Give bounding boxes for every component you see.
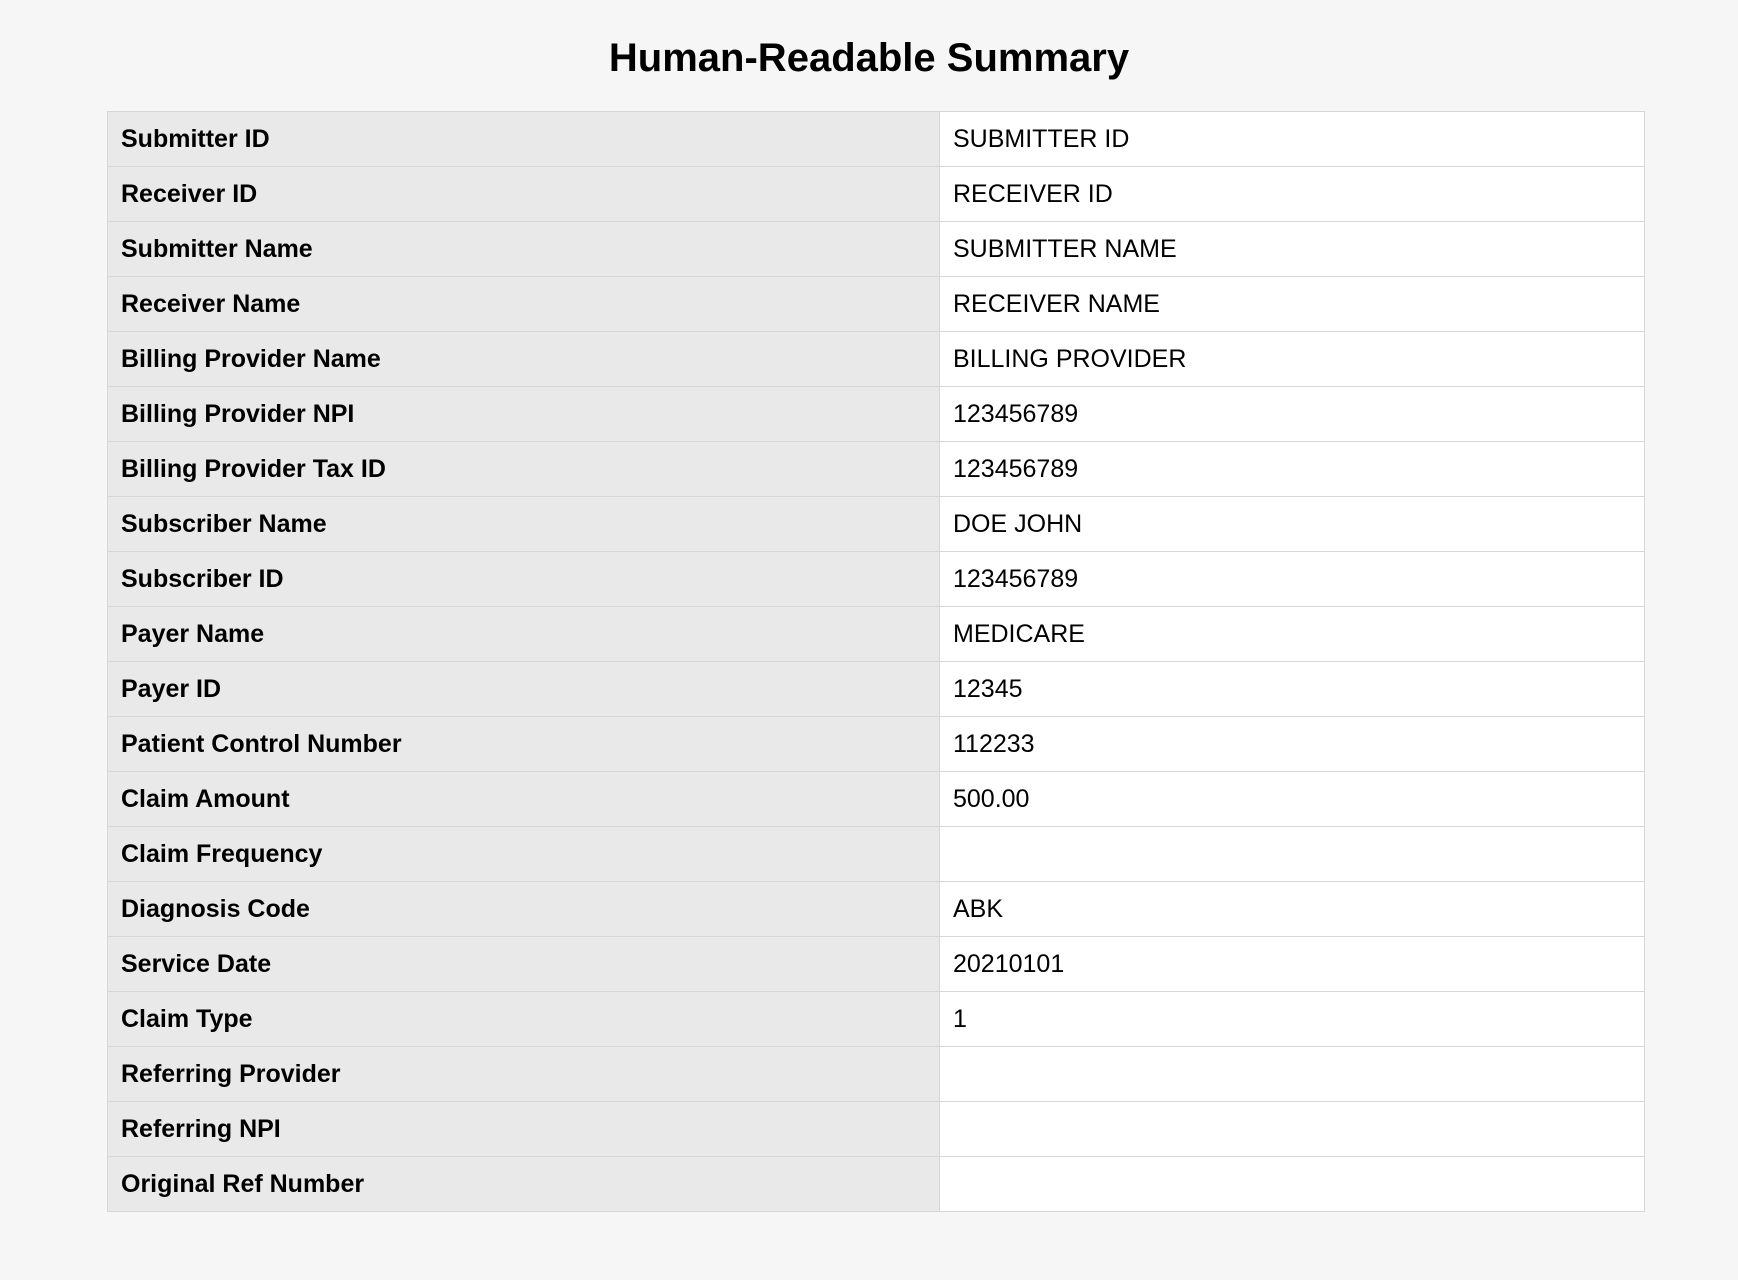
field-label: Referring Provider — [107, 1046, 940, 1102]
summary-table: Submitter ID SUBMITTER ID Receiver ID RE… — [107, 111, 1645, 1212]
table-row: Submitter Name SUBMITTER NAME — [107, 221, 1645, 277]
table-row: Receiver Name RECEIVER NAME — [107, 276, 1645, 332]
field-value: RECEIVER ID — [939, 166, 1645, 222]
field-value: SUBMITTER NAME — [939, 221, 1645, 277]
table-row: Payer ID 12345 — [107, 661, 1645, 717]
field-value — [939, 826, 1645, 882]
field-label: Patient Control Number — [107, 716, 940, 772]
table-row: Submitter ID SUBMITTER ID — [107, 111, 1645, 167]
field-label: Claim Frequency — [107, 826, 940, 882]
field-value: MEDICARE — [939, 606, 1645, 662]
table-row: Diagnosis Code ABK — [107, 881, 1645, 937]
field-label: Receiver ID — [107, 166, 940, 222]
table-row: Claim Type 1 — [107, 991, 1645, 1047]
field-label: Payer ID — [107, 661, 940, 717]
table-row: Claim Amount 500.00 — [107, 771, 1645, 827]
field-value: 500.00 — [939, 771, 1645, 827]
field-value: 123456789 — [939, 441, 1645, 497]
field-label: Submitter ID — [107, 111, 940, 167]
field-label: Submitter Name — [107, 221, 940, 277]
field-label: Service Date — [107, 936, 940, 992]
field-label: Subscriber Name — [107, 496, 940, 552]
table-row: Original Ref Number — [107, 1156, 1645, 1212]
table-row: Referring NPI — [107, 1101, 1645, 1157]
field-label: Diagnosis Code — [107, 881, 940, 937]
table-row: Billing Provider NPI 123456789 — [107, 386, 1645, 442]
field-value: ABK — [939, 881, 1645, 937]
field-value: 123456789 — [939, 551, 1645, 607]
table-row: Billing Provider Name BILLING PROVIDER — [107, 331, 1645, 387]
field-value: DOE JOHN — [939, 496, 1645, 552]
field-value — [939, 1156, 1645, 1212]
table-row: Claim Frequency — [107, 826, 1645, 882]
field-label: Billing Provider Tax ID — [107, 441, 940, 497]
field-label: Original Ref Number — [107, 1156, 940, 1212]
table-row: Subscriber ID 123456789 — [107, 551, 1645, 607]
table-row: Patient Control Number 112233 — [107, 716, 1645, 772]
summary-table-body: Submitter ID SUBMITTER ID Receiver ID RE… — [107, 111, 1645, 1212]
table-row: Service Date 20210101 — [107, 936, 1645, 992]
field-label: Billing Provider NPI — [107, 386, 940, 442]
field-label: Billing Provider Name — [107, 331, 940, 387]
field-value: 12345 — [939, 661, 1645, 717]
field-value: SUBMITTER ID — [939, 111, 1645, 167]
field-value: 123456789 — [939, 386, 1645, 442]
field-value — [939, 1101, 1645, 1157]
field-value: BILLING PROVIDER — [939, 331, 1645, 387]
field-value: RECEIVER NAME — [939, 276, 1645, 332]
field-value: 112233 — [939, 716, 1645, 772]
table-row: Subscriber Name DOE JOHN — [107, 496, 1645, 552]
field-value: 1 — [939, 991, 1645, 1047]
field-value — [939, 1046, 1645, 1102]
field-label: Receiver Name — [107, 276, 940, 332]
field-label: Claim Amount — [107, 771, 940, 827]
page-title: Human-Readable Summary — [608, 36, 1130, 80]
table-row: Referring Provider — [107, 1046, 1645, 1102]
table-row: Receiver ID RECEIVER ID — [107, 166, 1645, 222]
field-label: Subscriber ID — [107, 551, 940, 607]
field-label: Payer Name — [107, 606, 940, 662]
field-label: Claim Type — [107, 991, 940, 1047]
table-row: Billing Provider Tax ID 123456789 — [107, 441, 1645, 497]
field-value: 20210101 — [939, 936, 1645, 992]
field-label: Referring NPI — [107, 1101, 940, 1157]
table-row: Payer Name MEDICARE — [107, 606, 1645, 662]
